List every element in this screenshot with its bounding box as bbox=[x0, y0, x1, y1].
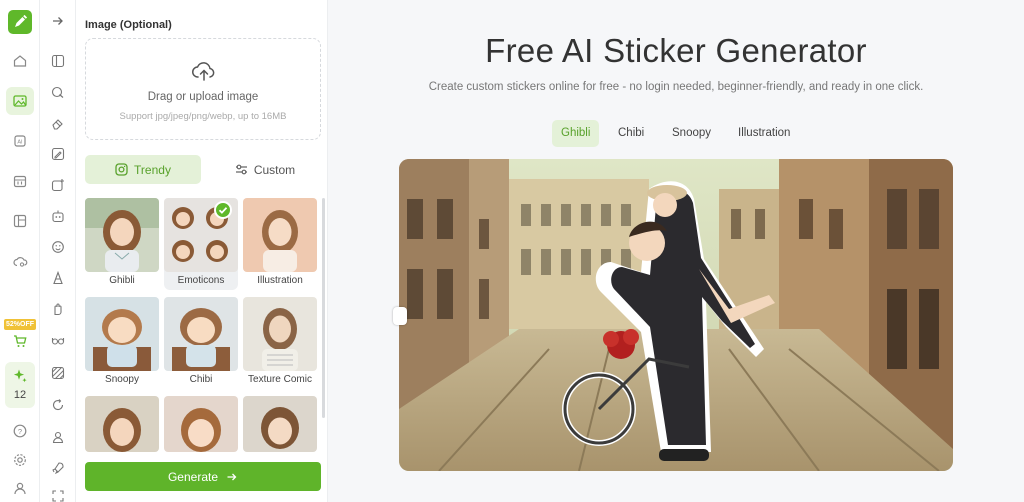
style-card-emoticons[interactable]: Emoticons bbox=[164, 198, 238, 290]
rocket-icon[interactable] bbox=[48, 458, 68, 478]
style-card-row3-1[interactable] bbox=[85, 396, 159, 452]
street-scene-illustration bbox=[399, 159, 953, 471]
person-icon[interactable] bbox=[48, 427, 68, 447]
face-icon[interactable] bbox=[48, 237, 68, 257]
style-label: Emoticons bbox=[177, 275, 225, 286]
generator-settings-panel: Image (Optional) Drag or upload image Su… bbox=[76, 0, 328, 502]
selected-check-icon bbox=[214, 201, 232, 219]
help-icon[interactable]: ? bbox=[6, 417, 34, 445]
style-label: Illustration bbox=[257, 275, 303, 286]
eraser-icon[interactable] bbox=[48, 113, 68, 133]
style-card-ghibli[interactable]: Ghibli bbox=[85, 198, 159, 290]
illustration-style-thumbnail bbox=[243, 198, 317, 272]
settings-icon[interactable] bbox=[6, 446, 34, 474]
svg-text:AI: AI bbox=[17, 140, 23, 146]
page-title: Free AI Sticker Generator bbox=[485, 32, 867, 69]
style-thumbnail bbox=[164, 396, 238, 452]
cloud-sync-icon[interactable] bbox=[6, 247, 34, 275]
style-list-scrollbar[interactable] bbox=[322, 198, 325, 418]
style-card-illustration[interactable]: Illustration bbox=[243, 198, 317, 290]
figure-icon[interactable] bbox=[48, 268, 68, 288]
tab-trendy[interactable]: Trendy bbox=[85, 155, 201, 184]
image-section-label: Image (Optional) bbox=[85, 19, 172, 31]
calendar-icon[interactable] bbox=[6, 167, 34, 195]
snoopy-style-thumbnail bbox=[85, 297, 159, 371]
pencil-logo-icon[interactable] bbox=[8, 10, 32, 34]
style-thumbnail bbox=[85, 396, 159, 452]
page-subtitle: Create custom stickers online for free -… bbox=[428, 81, 924, 93]
style-label: Ghibli bbox=[109, 275, 135, 286]
credits-count: 12 bbox=[13, 389, 27, 401]
upload-instruction: Drag or upload image bbox=[147, 91, 259, 103]
style-card-snoopy[interactable]: Snoopy bbox=[85, 297, 159, 389]
tab-snoopy[interactable]: Snoopy bbox=[663, 120, 720, 147]
hand-icon[interactable] bbox=[48, 299, 68, 319]
generate-button-label: Generate bbox=[167, 469, 219, 484]
layout-icon[interactable] bbox=[6, 207, 34, 235]
image-add-icon[interactable] bbox=[48, 175, 68, 195]
panel-icon[interactable] bbox=[48, 51, 68, 71]
style-label: Snoopy bbox=[105, 374, 139, 385]
collapse-arrow-icon[interactable] bbox=[48, 11, 68, 31]
instagram-icon bbox=[115, 163, 128, 176]
cycle-icon[interactable] bbox=[48, 395, 68, 415]
sparkle-icon bbox=[13, 369, 27, 383]
texture-comic-style-thumbnail bbox=[243, 297, 317, 371]
texture-icon[interactable] bbox=[48, 363, 68, 383]
style-card-row3-2[interactable] bbox=[164, 396, 238, 452]
style-label: Texture Comic bbox=[248, 374, 312, 385]
compare-slider-handle[interactable] bbox=[393, 307, 407, 325]
tab-trendy-label: Trendy bbox=[134, 162, 171, 177]
cart-icon[interactable] bbox=[6, 327, 34, 355]
home-icon[interactable] bbox=[6, 47, 34, 75]
cloud-upload-icon bbox=[192, 62, 215, 81]
tab-custom-label: Custom bbox=[253, 162, 296, 177]
sliders-icon bbox=[235, 164, 247, 175]
ai-icon[interactable]: AI bbox=[6, 127, 34, 155]
svg-text:?: ? bbox=[18, 427, 22, 436]
robot-icon[interactable] bbox=[48, 206, 68, 226]
expand-icon[interactable] bbox=[48, 486, 68, 502]
image-icon[interactable] bbox=[6, 87, 34, 115]
tab-chibi[interactable]: Chibi bbox=[609, 120, 653, 147]
user-icon[interactable] bbox=[6, 474, 34, 502]
ghibli-style-thumbnail bbox=[85, 198, 159, 272]
style-card-texture-comic[interactable]: Texture Comic bbox=[243, 297, 317, 389]
tab-custom[interactable]: Custom bbox=[209, 155, 321, 184]
style-card-chibi[interactable]: Chibi bbox=[164, 297, 238, 389]
style-thumbnail bbox=[243, 396, 317, 452]
style-card-row3-3[interactable] bbox=[243, 396, 317, 452]
before-after-preview[interactable] bbox=[399, 159, 953, 471]
upload-format-hint: Support jpg/jpeg/png/webp, up to 16MB bbox=[119, 111, 287, 122]
style-label: Chibi bbox=[189, 374, 213, 385]
arrow-right-icon bbox=[227, 473, 237, 480]
tab-illustration[interactable]: Illustration bbox=[729, 120, 799, 147]
generate-button[interactable]: Generate bbox=[85, 462, 321, 491]
tool-rail bbox=[40, 0, 76, 502]
brush-icon[interactable] bbox=[48, 82, 68, 102]
credits-counter[interactable]: 12 bbox=[5, 362, 35, 408]
image-edit-icon[interactable] bbox=[48, 144, 68, 164]
primary-nav-rail: AI 52%OFF 12 ? bbox=[0, 0, 40, 502]
chibi-style-thumbnail bbox=[164, 297, 238, 371]
tab-ghibli[interactable]: Ghibli bbox=[552, 120, 600, 147]
image-upload-dropzone[interactable]: Drag or upload image Support jpg/jpeg/pn… bbox=[85, 38, 321, 140]
glasses-icon[interactable] bbox=[48, 330, 68, 350]
